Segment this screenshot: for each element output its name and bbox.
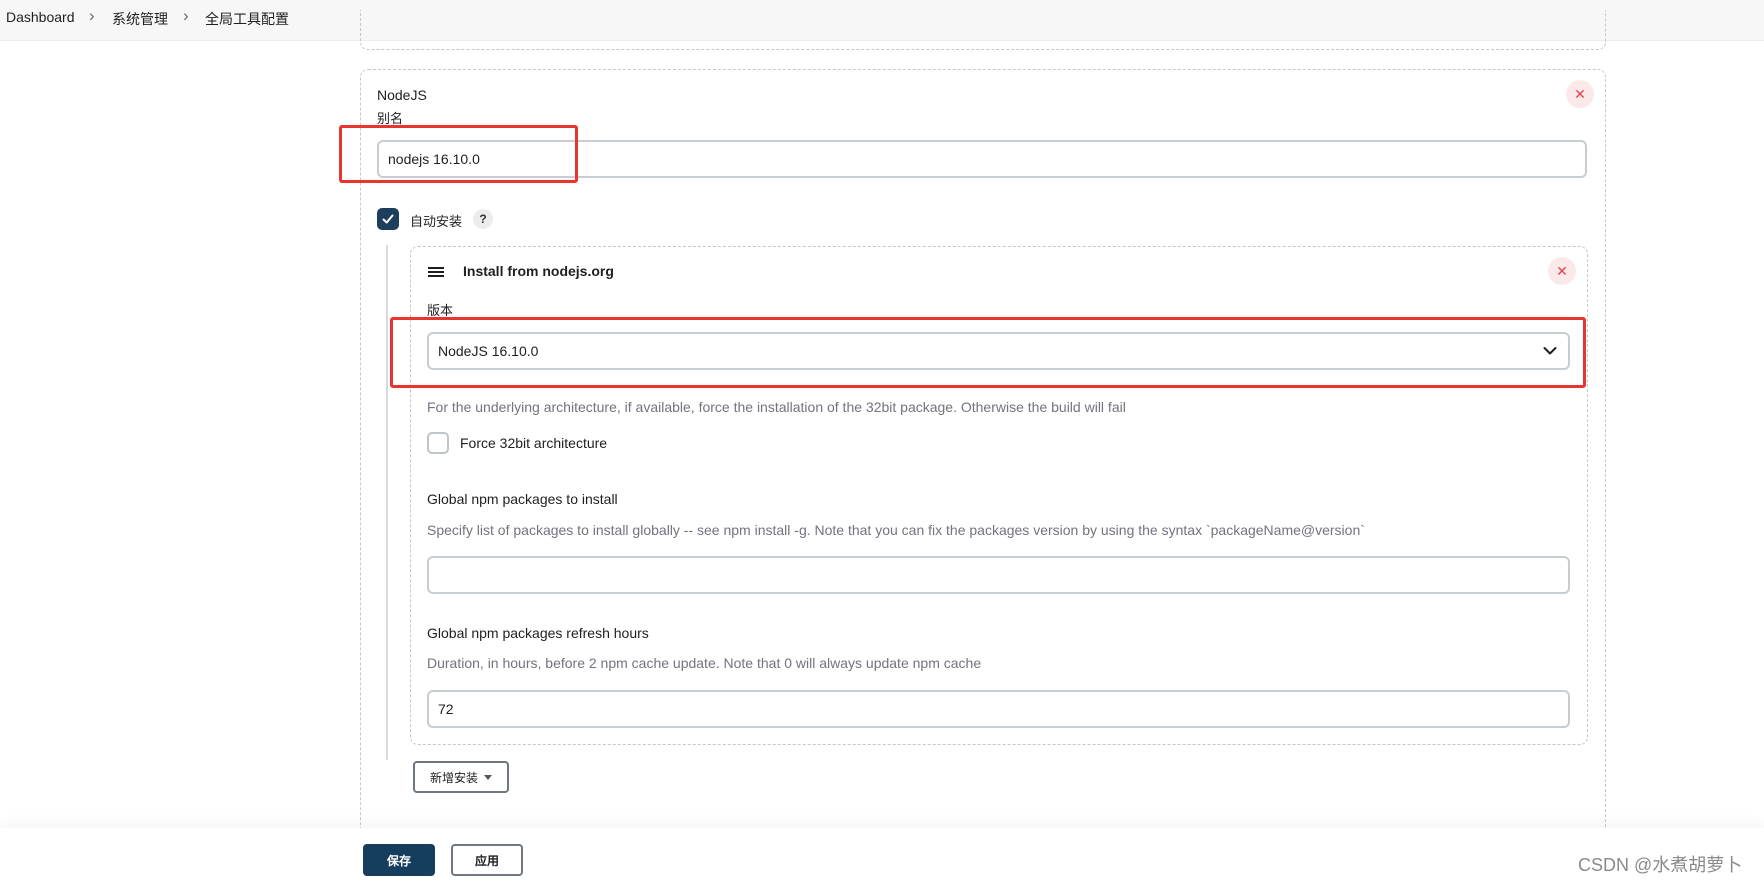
- refresh-hours-input[interactable]: [427, 690, 1570, 728]
- refresh-hours-label: Global npm packages refresh hours: [427, 625, 649, 641]
- force-32bit-checkbox[interactable]: [427, 432, 449, 454]
- breadcrumb-separator-icon: ›: [89, 6, 95, 25]
- force-32bit-label: Force 32bit architecture: [460, 435, 608, 451]
- breadcrumb-system-management[interactable]: 系统管理: [112, 9, 168, 29]
- previous-section-container: [360, 10, 1606, 50]
- csdn-watermark: CSDN @水煮胡萝卜: [1578, 855, 1743, 875]
- refresh-hours-description: Duration, in hours, before 2 npm cache u…: [427, 655, 982, 671]
- footer-bar: [0, 828, 1764, 882]
- nodejs-section-title: NodeJS: [377, 87, 427, 103]
- alias-highlight-annotation: [339, 125, 578, 183]
- installer-title: Install from nodejs.org: [463, 263, 614, 279]
- add-installer-label: 新增安装: [429, 770, 478, 785]
- arch-description: For the underlying architecture, if avai…: [427, 399, 1126, 415]
- remove-installer-close-icon[interactable]: ✕: [1548, 257, 1576, 285]
- drag-handle-hamburger-icon[interactable]: [428, 265, 444, 279]
- breadcrumb-separator-icon: ›: [183, 6, 189, 25]
- add-installer-button[interactable]: 新增安装: [413, 761, 509, 793]
- remove-nodejs-close-icon[interactable]: ✕: [1566, 80, 1594, 108]
- nested-indent-line: [386, 245, 388, 760]
- breadcrumb-global-tool-config: 全局工具配置: [205, 11, 289, 27]
- npm-packages-label: Global npm packages to install: [427, 491, 618, 507]
- breadcrumb-dashboard[interactable]: Dashboard: [6, 9, 75, 25]
- checkmark-icon: [382, 214, 394, 224]
- save-button[interactable]: 保存: [363, 844, 435, 876]
- help-icon[interactable]: ?: [473, 209, 493, 229]
- auto-install-checkbox[interactable]: [377, 208, 399, 230]
- auto-install-label: 自动安装: [410, 214, 463, 229]
- version-highlight-annotation: [390, 317, 1586, 388]
- npm-packages-input[interactable]: [427, 556, 1570, 594]
- caret-down-icon: [484, 774, 492, 780]
- apply-button[interactable]: 应用: [451, 844, 523, 876]
- npm-packages-description: Specify list of packages to install glob…: [427, 522, 1365, 538]
